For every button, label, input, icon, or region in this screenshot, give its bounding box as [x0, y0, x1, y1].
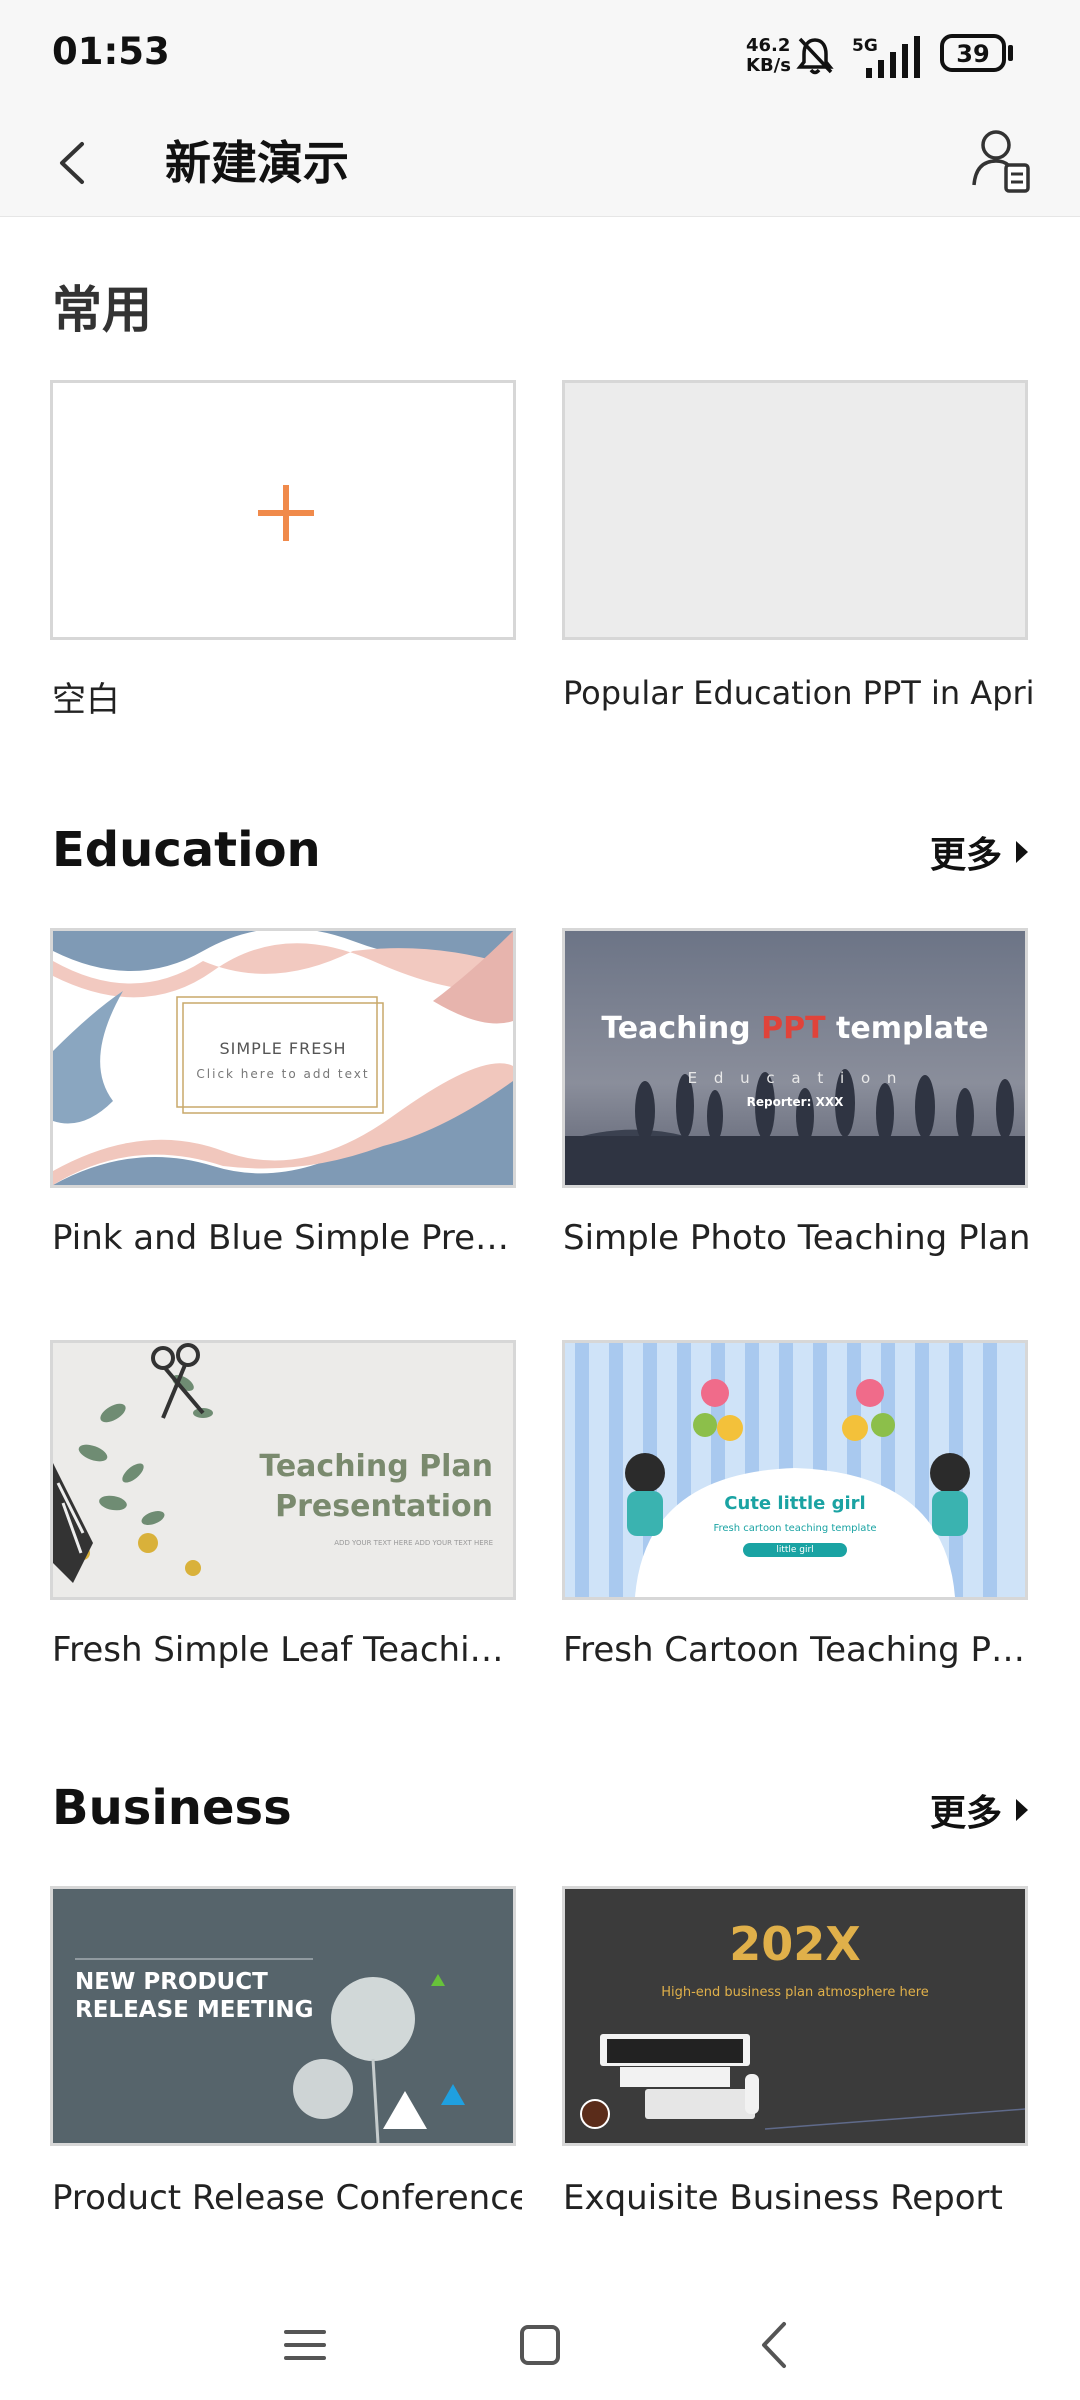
- cartoon-girl-image: [575, 1343, 997, 1597]
- template-label: Simple Photo Teaching Plan: [563, 1218, 1031, 1258]
- thumb-title-2: RELEASE MEETING: [75, 1997, 314, 2023]
- network-speed-value: 46.2: [746, 35, 791, 56]
- template-label: Pink and Blue Simple Pre…: [52, 1218, 510, 1258]
- thumb-title-part: Teaching: [601, 1011, 762, 1046]
- app-header: 新建演示: [0, 110, 1080, 217]
- thumb-button: little girl: [743, 1543, 847, 1557]
- home-square-icon[interactable]: [505, 2310, 575, 2380]
- silhouette-photo-image: [565, 931, 1025, 1185]
- battery-level: 39: [956, 40, 990, 68]
- more-button-business[interactable]: 更多: [930, 1784, 1028, 1836]
- thumb-subtitle: High-end business plan atmosphere here: [661, 1985, 929, 2000]
- thumb-title: 202X: [729, 1917, 861, 1971]
- signal-icon: [866, 36, 920, 78]
- section-title-business: Business: [52, 1780, 292, 1836]
- thumb-subtitle: Fresh cartoon teaching template: [713, 1523, 877, 1534]
- user-document-icon[interactable]: [970, 123, 1034, 197]
- chevron-right-icon: [1016, 1799, 1028, 1821]
- template-card-business-report[interactable]: 202X High-end business plan atmosphere h…: [562, 1886, 1028, 2146]
- more-label: 更多: [929, 1793, 1002, 1834]
- template-label: Exquisite Business Report: [563, 2178, 1003, 2218]
- plus-icon: [258, 485, 314, 541]
- template-card-cartoon-teaching[interactable]: Cute little girl Fresh cartoon teaching …: [562, 1340, 1028, 1600]
- template-card-leaf-teaching[interactable]: Teaching Plan Presentation ADD YOUR TEXT…: [50, 1340, 516, 1600]
- network-speed-unit: KB/s: [746, 55, 791, 76]
- thumb-title: Cute little girl: [724, 1493, 866, 1514]
- more-button-education[interactable]: 更多: [930, 826, 1028, 878]
- template-label: Fresh Cartoon Teaching P…: [563, 1630, 1026, 1670]
- thumb-title: NEW PRODUCT: [75, 1969, 268, 1995]
- template-label: Product Release Conference: [52, 2178, 522, 2218]
- network-speed: 46.2 KB/s: [746, 36, 791, 76]
- thumb-title: SIMPLE FRESH: [219, 1039, 347, 1058]
- status-bar: 01:53 46.2 KB/s 5G 39: [0, 0, 1080, 110]
- template-card-photo-teaching[interactable]: Teaching PPT template E d u c a t i o n …: [562, 928, 1028, 1188]
- system-navigation-bar: [0, 2290, 1080, 2400]
- template-card-blank[interactable]: [50, 380, 516, 640]
- thumb-title: Teaching Plan: [259, 1449, 493, 1484]
- section-title-education: Education: [52, 822, 321, 878]
- template-label: Popular Education PPT in April: [563, 674, 1033, 712]
- template-card-product-release[interactable]: NEW PRODUCT RELEASE MEETING: [50, 1886, 516, 2146]
- battery-icon: 39: [940, 34, 1006, 72]
- battery-tip: [1008, 45, 1013, 61]
- thumb-title-highlight: PPT: [761, 1011, 826, 1046]
- thumb-subtitle: Click here to add text: [196, 1067, 370, 1081]
- thumb-subtitle: ADD YOUR TEXT HERE ADD YOUR TEXT HERE: [334, 1539, 493, 1547]
- template-card-popular-education[interactable]: [562, 380, 1028, 640]
- mute-bell-icon: [796, 37, 834, 75]
- thumb-title-2: Presentation: [275, 1489, 493, 1524]
- thumb-title-part: template: [825, 1011, 989, 1046]
- template-label: Fresh Simple Leaf Teachi…: [52, 1630, 504, 1670]
- more-label: 更多: [929, 835, 1002, 876]
- status-time: 01:53: [52, 30, 170, 73]
- section-title-common: 常用: [52, 281, 152, 339]
- template-label: 空白: [52, 680, 120, 720]
- wave-pattern-image: [53, 931, 513, 1185]
- template-card-pink-blue[interactable]: SIMPLE FRESH Click here to add text: [50, 928, 516, 1188]
- page-title: 新建演示: [165, 136, 349, 190]
- back-button[interactable]: [44, 130, 104, 196]
- thumb-title: Teaching PPT template: [565, 1011, 1025, 1046]
- thumb-reporter: Reporter: XXX: [746, 1095, 844, 1109]
- back-nav-icon[interactable]: [740, 2310, 810, 2380]
- thumb-subtitle: E d u c a t i o n: [687, 1069, 903, 1087]
- menu-icon[interactable]: [270, 2310, 340, 2380]
- chevron-right-icon: [1016, 841, 1028, 863]
